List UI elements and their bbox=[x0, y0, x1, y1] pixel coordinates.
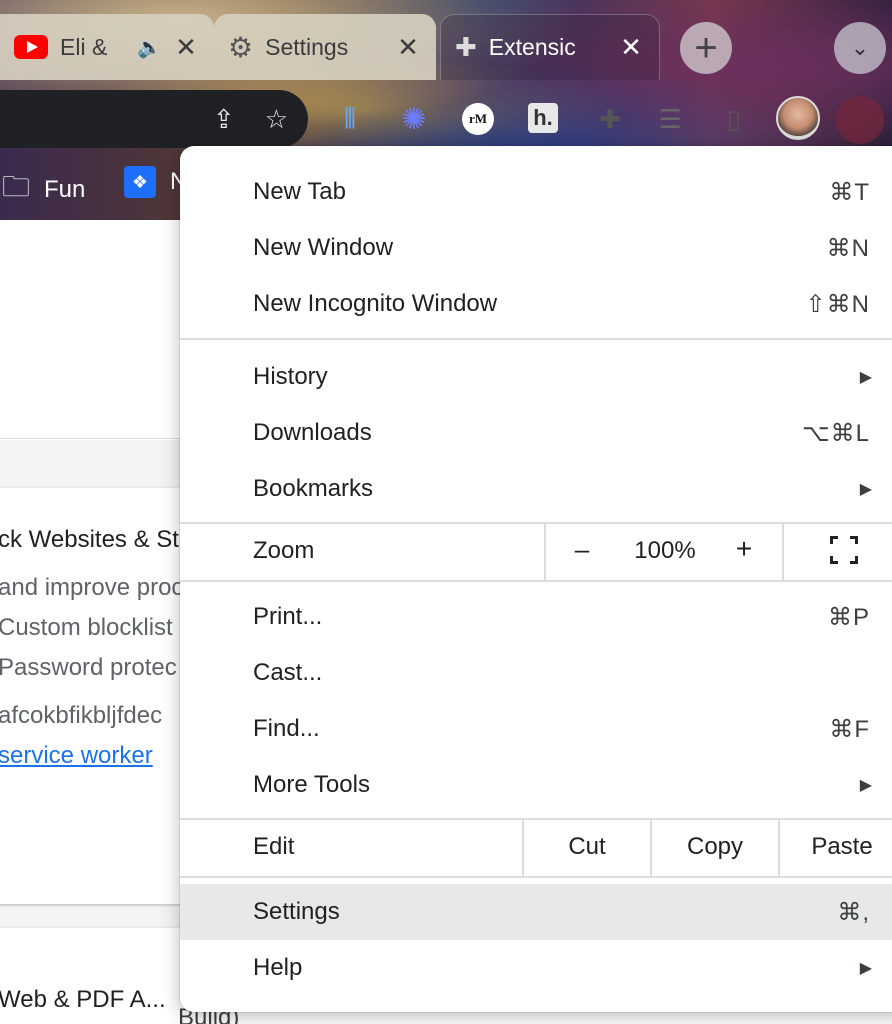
tab-title: Eli & bbox=[60, 33, 108, 60]
extension-bars-icon[interactable]: ⫴ bbox=[328, 97, 372, 141]
submenu-arrow-icon: ▶ bbox=[859, 960, 872, 977]
tab-title: Extensic bbox=[488, 34, 576, 60]
menu-item-label: More Tools bbox=[253, 771, 370, 798]
address-bar[interactable]: ⇪ ☆ bbox=[0, 90, 308, 148]
extension-title: Web & PDF A... bbox=[0, 986, 166, 1013]
bookmark-dropbox[interactable]: ❖ N bbox=[124, 166, 187, 198]
extension-asterisk-icon[interactable]: ✺ bbox=[392, 97, 436, 141]
menu-item-shortcut: ⇧⌘N bbox=[805, 290, 870, 318]
menu-item-find[interactable]: Find... ⌘F bbox=[180, 701, 892, 757]
menu-item-label: Help bbox=[253, 954, 303, 981]
close-tab-icon[interactable]: ✕ bbox=[172, 32, 200, 63]
zoom-level: 100% bbox=[634, 537, 696, 564]
puzzle-icon: ✚ bbox=[455, 32, 477, 62]
menu-item-label: New Incognito Window bbox=[253, 290, 498, 317]
menu-item-shortcut: ⌥⌘L bbox=[801, 419, 870, 447]
extensions-puzzle-icon[interactable]: ✚ bbox=[588, 97, 632, 141]
menu-item-shortcut: ⌘P bbox=[827, 603, 870, 631]
menu-item-label: Find... bbox=[253, 715, 320, 742]
submenu-arrow-icon: ▶ bbox=[859, 777, 872, 794]
bookmark-label: Fun bbox=[44, 176, 86, 203]
folder-icon: 🗀 bbox=[2, 171, 31, 202]
bookmark-folder-fun[interactable]: 🗀 Fun bbox=[2, 166, 85, 214]
menu-item-new-incognito-window[interactable]: New Incognito Window ⇧⌘N bbox=[180, 276, 892, 332]
menu-item-label: Bookmarks bbox=[253, 475, 374, 502]
extension-description: Password protec bbox=[0, 654, 177, 681]
zoom-divider bbox=[544, 522, 546, 580]
edit-label: Edit bbox=[253, 833, 295, 860]
menu-item-shortcut: ⌘, bbox=[837, 898, 870, 926]
gear-icon: ⚙ bbox=[228, 31, 254, 63]
share-icon[interactable]: ⇪ bbox=[213, 104, 235, 135]
menu-separator bbox=[180, 338, 892, 340]
extension-id: afcokbfikbljfdec bbox=[0, 702, 163, 729]
tab-settings[interactable]: ⚙ Settings ✕ bbox=[214, 14, 436, 80]
menu-item-label: New Window bbox=[253, 234, 394, 261]
menu-item-label: Print... bbox=[253, 603, 323, 630]
extension-remarkable-icon[interactable]: rM bbox=[462, 103, 494, 135]
menu-item-print[interactable]: Print... ⌘P bbox=[180, 589, 892, 645]
menu-item-shortcut: ⌘T bbox=[829, 178, 870, 206]
close-tab-icon[interactable]: ✕ bbox=[394, 32, 422, 63]
profile-avatar[interactable] bbox=[776, 96, 820, 140]
zoom-in-button[interactable]: + bbox=[726, 533, 762, 565]
menu-item-new-tab[interactable]: New Tab ⌘T bbox=[180, 164, 892, 220]
tab-title: Settings bbox=[265, 33, 349, 60]
menu-item-shortcut: ⌘F bbox=[829, 715, 870, 743]
menu-item-bookmarks[interactable]: Bookmarks ▶ bbox=[180, 461, 892, 517]
menu-item-more-tools[interactable]: More Tools ▶ bbox=[180, 757, 892, 813]
zoom-divider bbox=[782, 522, 784, 580]
menu-item-help[interactable]: Help ▶ bbox=[180, 940, 892, 996]
menu-item-label: History bbox=[253, 363, 328, 390]
extension-hypothesis-icon[interactable]: h. bbox=[528, 103, 558, 133]
tab-extensions[interactable]: ✚ Extensic ✕ bbox=[440, 14, 660, 80]
paste-button[interactable]: Paste bbox=[780, 833, 892, 861]
menu-separator bbox=[180, 580, 892, 582]
menu-item-label: Settings bbox=[253, 898, 340, 925]
menu-item-cast[interactable]: Cast... bbox=[180, 645, 892, 701]
chrome-menu-button[interactable] bbox=[836, 96, 884, 144]
submenu-arrow-icon: ▶ bbox=[859, 481, 872, 498]
extension-title: ck Websites & St bbox=[0, 526, 179, 553]
extension-description: Custom blocklist bbox=[0, 614, 173, 641]
menu-item-downloads[interactable]: Downloads ⌥⌘L bbox=[180, 405, 892, 461]
menu-item-settings[interactable]: Settings ⌘, bbox=[180, 884, 892, 940]
submenu-arrow-icon: ▶ bbox=[859, 369, 872, 386]
copy-button[interactable]: Copy bbox=[652, 833, 778, 861]
divider bbox=[0, 438, 200, 439]
menu-item-label: Cast... bbox=[253, 659, 323, 686]
zoom-label: Zoom bbox=[253, 537, 315, 564]
audio-playing-icon[interactable]: 🔈 bbox=[137, 35, 162, 60]
edit-row: Edit Cut Copy Paste bbox=[180, 818, 892, 876]
service-worker-link[interactable]: service worker bbox=[0, 742, 153, 770]
fullscreen-icon[interactable] bbox=[830, 536, 858, 564]
side-panel-icon[interactable]: ▯ bbox=[712, 97, 756, 141]
zoom-out-button[interactable]: – bbox=[564, 534, 600, 565]
reading-list-icon[interactable]: ☰ bbox=[648, 97, 692, 141]
tab-search-button[interactable]: ⌄ bbox=[834, 22, 886, 74]
dropbox-icon: ❖ bbox=[124, 166, 156, 198]
menu-item-shortcut: ⌘N bbox=[826, 234, 870, 262]
bookmark-star-icon[interactable]: ☆ bbox=[265, 104, 288, 135]
menu-item-new-window[interactable]: New Window ⌘N bbox=[180, 220, 892, 276]
menu-item-history[interactable]: History ▶ bbox=[180, 349, 892, 405]
youtube-icon bbox=[14, 35, 48, 59]
menu-item-label: Downloads bbox=[253, 419, 372, 446]
chrome-menu: New Tab ⌘T New Window ⌘N New Incognito W… bbox=[180, 146, 892, 1012]
zoom-row: Zoom – 100% + bbox=[180, 522, 892, 580]
cut-button[interactable]: Cut bbox=[524, 833, 650, 861]
menu-separator bbox=[180, 876, 892, 878]
extension-description: and improve proc bbox=[0, 574, 184, 601]
close-tab-icon[interactable]: ✕ bbox=[617, 32, 645, 63]
new-tab-button[interactable]: + bbox=[680, 22, 732, 74]
tab-youtube[interactable]: Eli & 🔈 ✕ bbox=[0, 14, 214, 80]
menu-item-label: New Tab bbox=[253, 178, 346, 205]
